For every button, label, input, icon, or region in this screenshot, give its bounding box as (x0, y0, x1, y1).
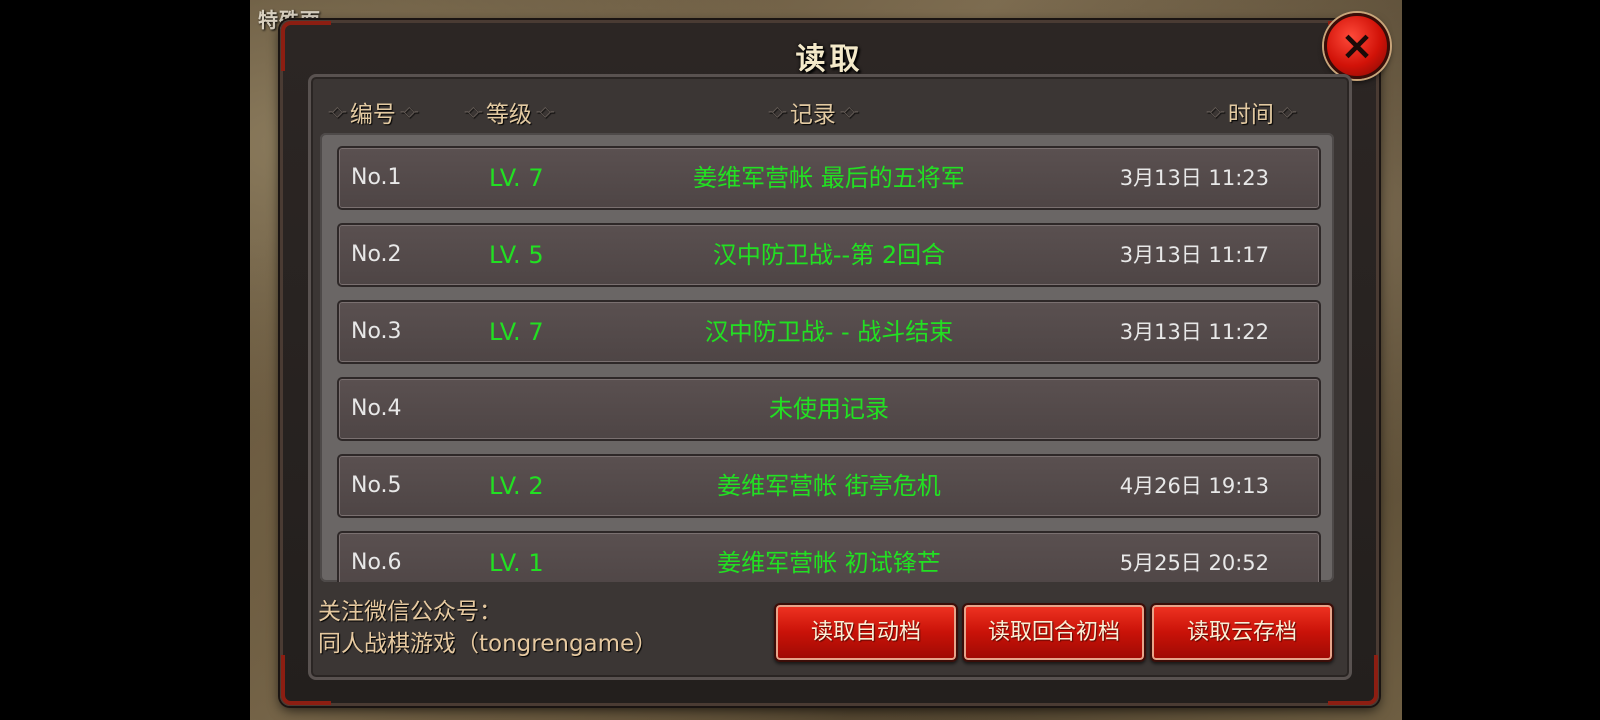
save-slot-6[interactable]: No.6 LV. 1 姜维军营帐 初试锋芒 5月25日 20:52 (337, 531, 1321, 582)
slot-level: LV. 5 (489, 241, 544, 269)
save-list[interactable]: No.1 LV. 7 姜维军营帐 最后的五将军 3月13日 11:23 No.2… (320, 133, 1334, 582)
slot-number: No.6 (351, 550, 402, 575)
slot-number: No.2 (351, 242, 402, 267)
slot-time: 4月26日 19:13 (1119, 474, 1269, 498)
column-header-row: -◇- 编号 -◇- -◇- 等级 -◇- -◇- 记录 -◇- -◇- 时间 -◇- (0, 97, 1600, 128)
load-auto-save-button[interactable]: 读取自动档 (774, 603, 958, 662)
header-level: -◇- 等级 -◇- (464, 102, 555, 128)
save-slot-3[interactable]: No.3 LV. 7 汉中防卫战- - 战斗结束 3月13日 11:22 (337, 300, 1321, 364)
slot-time: 5月25日 20:52 (1119, 551, 1269, 575)
save-slot-2[interactable]: No.2 LV. 5 汉中防卫战--第 2回合 3月13日 11:17 (337, 223, 1321, 287)
save-slot-1[interactable]: No.1 LV. 7 姜维军营帐 最后的五将军 3月13日 11:23 (337, 146, 1321, 210)
slot-level: LV. 1 (489, 549, 544, 577)
slot-level: LV. 7 (489, 164, 544, 192)
wechat-follow-note: 关注微信公众号： 同人战棋游戏（tongrengame） (318, 596, 657, 660)
header-number: -◇- 编号 -◇- (328, 102, 419, 128)
slot-record: 姜维军营帐 最后的五将军 (693, 164, 965, 192)
slot-time: 3月13日 11:17 (1119, 243, 1269, 267)
slot-number: No.3 (351, 319, 402, 344)
slot-record: 姜维军营帐 初试锋芒 (717, 549, 941, 577)
slot-time: 3月13日 11:22 (1119, 320, 1269, 344)
slot-record: 未使用记录 (769, 395, 889, 423)
slot-number: No.4 (351, 396, 402, 421)
slot-number: No.5 (351, 473, 402, 498)
load-cloud-save-button[interactable]: 读取云存档 (1150, 603, 1334, 662)
save-slot-4[interactable]: No.4 未使用记录 (337, 377, 1321, 441)
slot-level: LV. 7 (489, 318, 544, 346)
header-record: -◇- 记录 -◇- (768, 102, 859, 128)
close-button[interactable]: × (1324, 13, 1390, 79)
slot-level: LV. 2 (489, 472, 544, 500)
dialog-title: 读取 (795, 42, 864, 77)
header-time: -◇- 时间 -◇- (1206, 102, 1297, 128)
slot-time: 3月13日 11:23 (1119, 166, 1269, 190)
slot-record: 姜维军营帐 街亭危机 (717, 472, 941, 500)
save-slot-5[interactable]: No.5 LV. 2 姜维军营帐 街亭危机 4月26日 19:13 (337, 454, 1321, 518)
slot-record: 汉中防卫战- - 战斗结束 (704, 318, 954, 346)
load-round-start-save-button[interactable]: 读取回合初档 (962, 603, 1146, 662)
wechat-note-line2: 同人战棋游戏（tongrengame） (318, 631, 658, 657)
wechat-note-line1: 关注微信公众号： (318, 599, 502, 625)
close-icon: × (1340, 23, 1374, 69)
slot-number: No.1 (351, 165, 402, 190)
slot-record: 汉中防卫战--第 2回合 (712, 241, 946, 269)
